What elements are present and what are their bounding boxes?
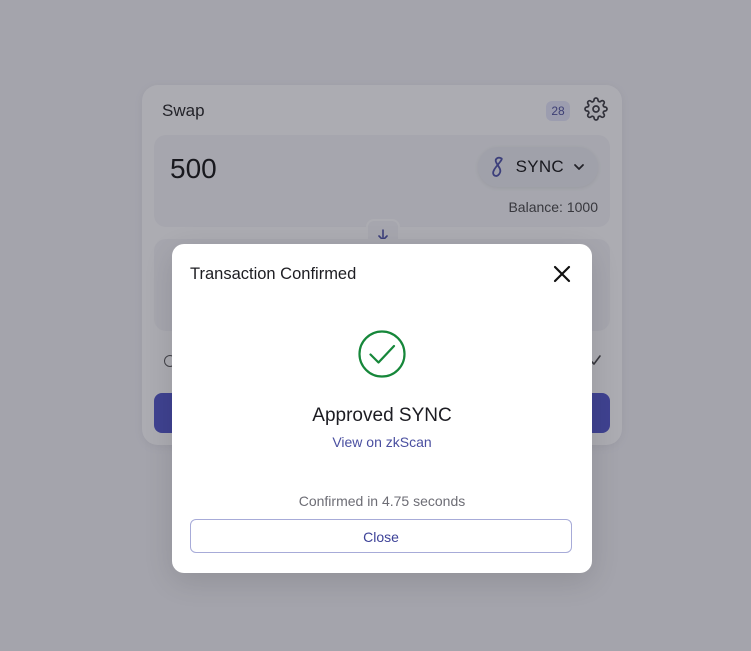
approval-status: Approved SYNC: [312, 405, 452, 426]
confirmation-time: Confirmed in 4.75 seconds: [298, 493, 466, 509]
modal-title: Transaction Confirmed: [190, 265, 357, 283]
transaction-confirmed-modal: Transaction Confirmed Approved SYNC View…: [172, 244, 592, 573]
close-button[interactable]: Close: [190, 519, 572, 553]
view-on-explorer-link[interactable]: View on zkScan: [172, 434, 592, 450]
check-circle-icon: [358, 330, 406, 378]
close-icon[interactable]: [552, 264, 572, 284]
